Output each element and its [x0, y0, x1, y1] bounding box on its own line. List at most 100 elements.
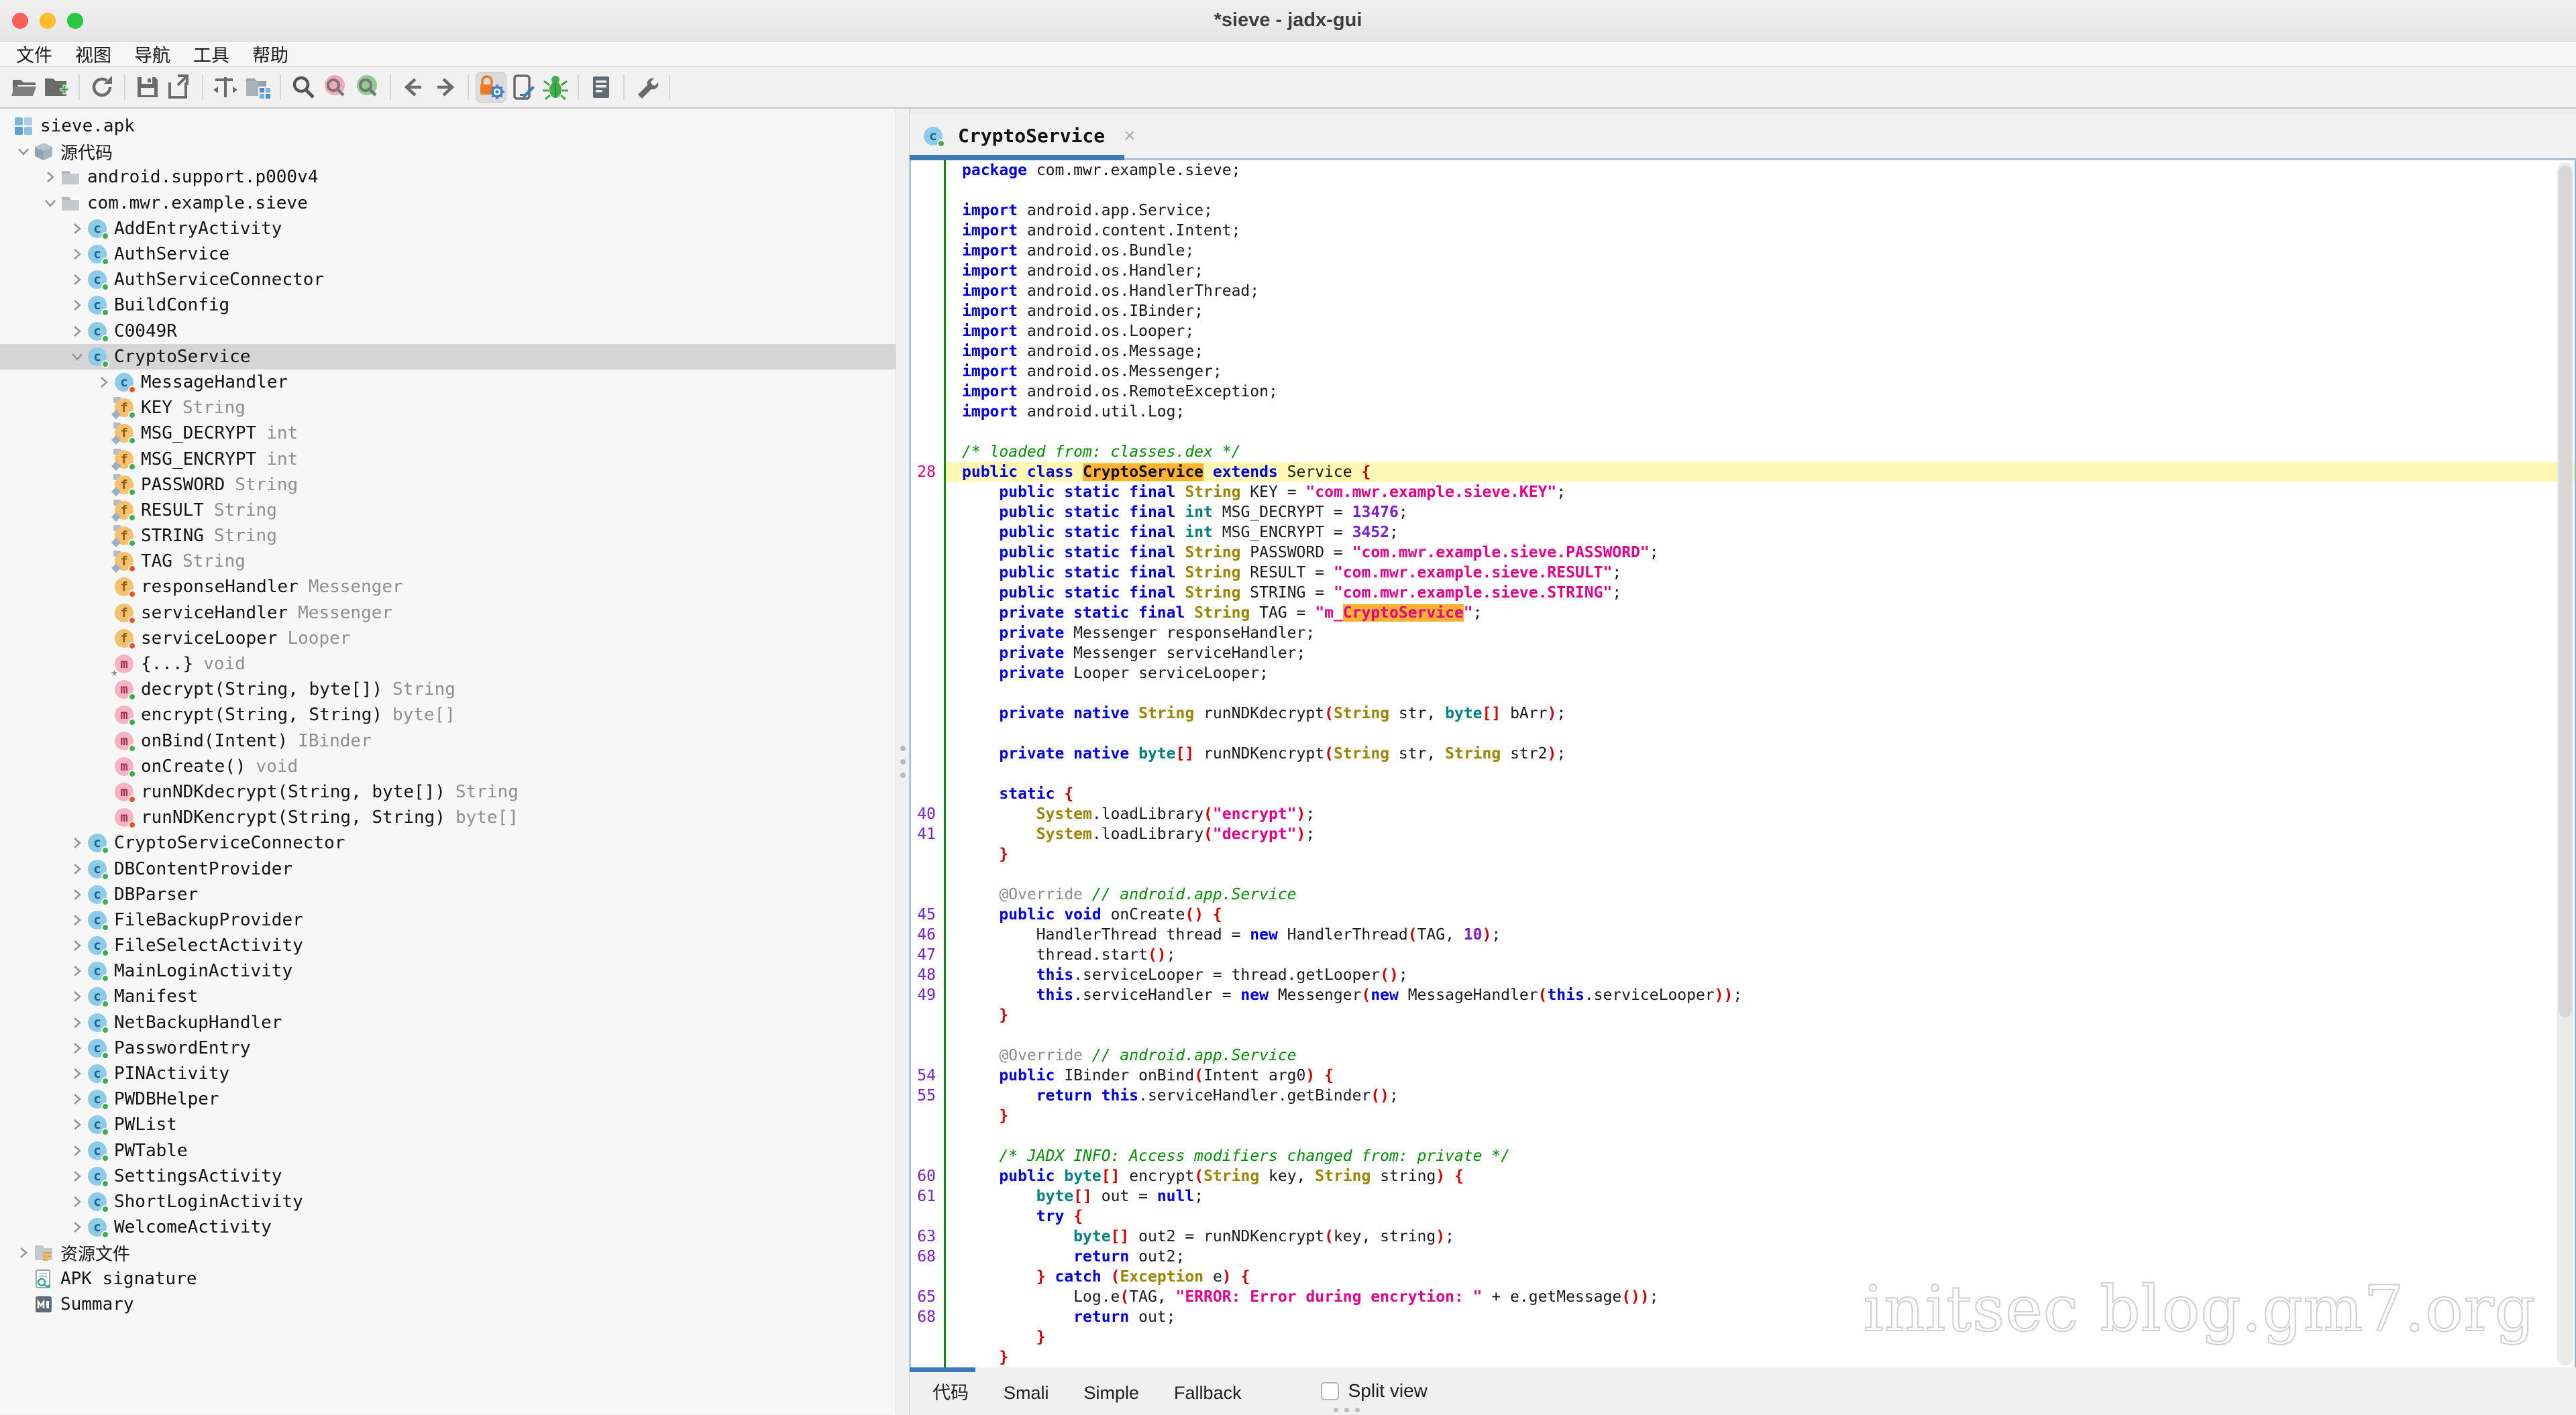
tree-item-dbcontentprovider[interactable]: cDBContentProvider [0, 856, 896, 881]
toolbar-sync-with-editor-icon[interactable] [242, 72, 273, 103]
tree-item-sieve-apk[interactable]: sieve.apk [0, 113, 896, 139]
tree-item-passwordentry[interactable]: cPasswordEntry [0, 1035, 896, 1061]
tree-item-filebackupprovider[interactable]: cFileBackupProvider [0, 907, 896, 933]
menu-item-view[interactable]: 视图 [64, 41, 123, 67]
tree-item-responsehandler[interactable]: fresponseHandlerMessenger [0, 574, 896, 600]
chevron-collapsed-icon[interactable] [67, 1092, 87, 1107]
menu-item-file[interactable]: 文件 [5, 41, 64, 67]
toolbar-debugger-bug-icon[interactable] [540, 72, 571, 103]
chevron-collapsed-icon[interactable] [67, 1041, 87, 1056]
tree-item-msg-encrypt[interactable]: fMSG_ENCRYPTint [0, 446, 896, 471]
scrollbar-thumb[interactable] [2559, 166, 2572, 1017]
tree-item-string[interactable]: fSTRINGString [0, 523, 896, 549]
tree-item-onbind-intent[interactable]: monBind(Intent)IBinder [0, 728, 896, 754]
split-view-toggle[interactable]: Split view [1321, 1380, 1428, 1402]
tree-item-authservice[interactable]: cAuthService [0, 241, 896, 267]
tree-item-[interactable]: m★{...}void [0, 651, 896, 677]
tree-item-decrypt-string-byte[interactable]: mdecrypt(String, byte[])String [0, 677, 896, 702]
tree-item-pwlist[interactable]: cPWList [0, 1112, 896, 1137]
toolbar-preferences-wrench-icon[interactable] [631, 72, 662, 103]
toolbar-open-file-icon[interactable] [9, 72, 40, 103]
chevron-collapsed-icon[interactable] [67, 1117, 87, 1132]
tree-item-pwtable[interactable]: cPWTable [0, 1138, 896, 1164]
chevron-collapsed-icon[interactable] [13, 1245, 34, 1260]
toolbar-deobfuscation-icon[interactable] [476, 72, 506, 103]
code-editor[interactable]: package com.mwr.example.sieve;import and… [910, 160, 2576, 1367]
toolbar-save-all-icon[interactable] [132, 72, 163, 103]
zoom-window-button[interactable] [67, 13, 83, 29]
chevron-collapsed-icon[interactable] [67, 1143, 87, 1158]
menu-item-tools[interactable]: 工具 [182, 41, 241, 67]
chevron-collapsed-icon[interactable] [67, 1169, 87, 1184]
toolbar-nav-back-icon[interactable] [398, 72, 429, 103]
tree-item-oncreate[interactable]: monCreate()void [0, 754, 896, 779]
tree-item-runndkdecrypt-string-byte[interactable]: mrunNDKdecrypt(String, byte[])String [0, 779, 896, 805]
toolbar-log-viewer-icon[interactable] [586, 72, 616, 103]
vertical-scrollbar[interactable] [2557, 162, 2573, 1365]
bottom-tab-simple[interactable]: Simple [1067, 1383, 1157, 1403]
tree-item-authserviceconnector[interactable]: cAuthServiceConnector [0, 267, 896, 292]
chevron-collapsed-icon[interactable] [67, 862, 87, 876]
toolbar-comment-search-icon[interactable] [352, 72, 383, 103]
close-tab-icon[interactable]: × [1124, 126, 1136, 146]
chevron-collapsed-icon[interactable] [67, 913, 87, 927]
tree-item-servicelooper[interactable]: fserviceLooperLooper [0, 626, 896, 651]
menu-item-navigation[interactable]: 导航 [123, 41, 182, 67]
chevron-collapsed-icon[interactable] [67, 221, 87, 236]
tree-item-pinactivity[interactable]: cPINActivity [0, 1061, 896, 1086]
tree-item-[interactable]: 资源文件 [0, 1240, 896, 1265]
toolbar-nav-forward-icon[interactable] [430, 72, 461, 103]
tree-item-dbparser[interactable]: cDBParser [0, 882, 896, 907]
menu-item-help[interactable]: 帮助 [241, 41, 300, 67]
chevron-collapsed-icon[interactable] [40, 170, 60, 184]
tree-item-servicehandler[interactable]: fserviceHandlerMessenger [0, 600, 896, 626]
chevron-collapsed-icon[interactable] [67, 324, 87, 339]
chevron-expanded-icon[interactable] [67, 349, 87, 364]
chevron-expanded-icon[interactable] [40, 196, 60, 211]
chevron-collapsed-icon[interactable] [67, 298, 87, 313]
chevron-collapsed-icon[interactable] [67, 1220, 87, 1235]
tree-item-mainloginactivity[interactable]: cMainLoginActivity [0, 958, 896, 984]
tree-item-msg-decrypt[interactable]: fMSG_DECRYPTint [0, 420, 896, 446]
bottom-tab-code[interactable]: 代码 [915, 1383, 986, 1403]
tree-item-result[interactable]: fRESULTString [0, 498, 896, 523]
toolbar-add-files-icon[interactable] [41, 72, 72, 103]
toolbar-reload-icon[interactable] [87, 72, 117, 103]
tree-item-cryptoservice[interactable]: cCryptoService [0, 344, 896, 370]
chevron-collapsed-icon[interactable] [67, 272, 87, 287]
toolbar-export-icon[interactable] [164, 72, 195, 103]
tree-item-netbackuphandler[interactable]: cNetBackupHandler [0, 1010, 896, 1035]
chevron-collapsed-icon[interactable] [67, 989, 87, 1004]
tree-item-tag[interactable]: fTAGString [0, 549, 896, 574]
chevron-collapsed-icon[interactable] [67, 1066, 87, 1081]
tab-cryptoservice[interactable]: c CryptoService × [910, 113, 1148, 158]
toolbar-class-search-icon[interactable] [320, 72, 351, 103]
close-window-button[interactable] [12, 13, 28, 29]
chevron-expanded-icon[interactable] [13, 144, 34, 159]
minimize-window-button[interactable] [40, 13, 56, 29]
tree-item-encrypt-string-string[interactable]: mencrypt(String, String)byte[] [0, 702, 896, 728]
toolbar-adb-device-icon[interactable] [508, 72, 539, 103]
tree-item-shortloginactivity[interactable]: cShortLoginActivity [0, 1189, 896, 1214]
tree-item-com-mwr-example-sieve[interactable]: com.mwr.example.sieve [0, 190, 896, 216]
tree-item-summary[interactable]: Summary [0, 1292, 896, 1317]
tree-item-buildconfig[interactable]: cBuildConfig [0, 292, 896, 318]
project-tree[interactable]: sieve.apk源代码android.support.p000v4com.mw… [0, 109, 896, 1414]
tree-item-welcomeactivity[interactable]: cWelcomeActivity [0, 1214, 896, 1240]
bottom-tab-smali[interactable]: Smali [986, 1383, 1067, 1403]
bottom-tab-fallback[interactable]: Fallback [1157, 1383, 1259, 1403]
chevron-collapsed-icon[interactable] [67, 964, 87, 978]
tree-item-settingsactivity[interactable]: cSettingsActivity [0, 1164, 896, 1189]
tree-item-android-support-p000v4[interactable]: android.support.p000v4 [0, 164, 896, 190]
chevron-collapsed-icon[interactable] [67, 1015, 87, 1030]
tree-item-c0049r[interactable]: cC0049R [0, 319, 896, 344]
tree-item-manifest[interactable]: cManifest [0, 984, 896, 1009]
chevron-collapsed-icon[interactable] [67, 247, 87, 262]
tree-item-[interactable]: 源代码 [0, 139, 896, 164]
tree-item-password[interactable]: fPASSWORDString [0, 472, 896, 498]
tree-item-cryptoserviceconnector[interactable]: cCryptoServiceConnector [0, 830, 896, 856]
chevron-collapsed-icon[interactable] [67, 1194, 87, 1209]
tree-item-apk-signature[interactable]: APK signature [0, 1265, 896, 1291]
tree-item-pwdbhelper[interactable]: cPWDBHelper [0, 1086, 896, 1112]
vertical-splitter[interactable] [896, 109, 910, 1414]
